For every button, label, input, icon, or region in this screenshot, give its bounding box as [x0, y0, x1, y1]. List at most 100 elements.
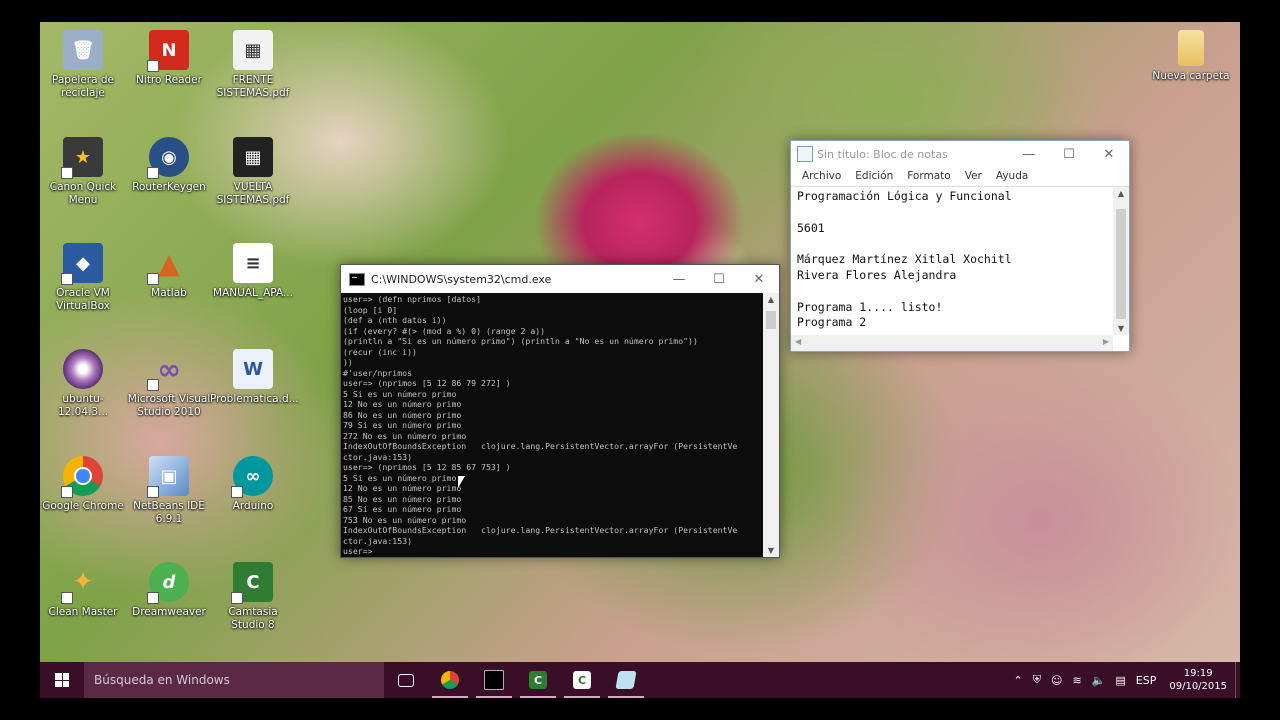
notepad-text[interactable]: Programación Lógica y Funcional 5601 Már…: [797, 189, 1109, 331]
menu-archivo[interactable]: Archivo: [795, 170, 848, 182]
desktop-icon-google-chrome[interactable]: Google Chrome: [40, 456, 126, 513]
taskbar-camtasia-recorder[interactable]: C: [516, 662, 560, 698]
notepad-title: Sin título: Bloc de notas: [817, 147, 948, 161]
start-button[interactable]: [40, 662, 84, 698]
menu-ver[interactable]: Ver: [958, 170, 989, 182]
desktop-icon-frente-sistemas[interactable]: ▦ FRENTE SISTEMAS.pdf: [210, 30, 296, 100]
scroll-down-icon[interactable]: ▼: [763, 546, 779, 555]
icon-label: VUELTA SISTEMAS.pdf: [216, 181, 290, 206]
minimize-button[interactable]: —: [1009, 141, 1049, 167]
show-desktop-button[interactable]: [1235, 662, 1240, 698]
console-line: )): [343, 357, 353, 367]
people-icon[interactable]: ☺: [1046, 674, 1067, 687]
desktop-icon-visual-studio[interactable]: ∞ Microsoft Visual Studio 2010: [126, 349, 212, 419]
cmd-window[interactable]: C:\WINDOWS\system32\cmd.exe — ☐ ✕ user=>…: [340, 264, 780, 558]
scroll-up-icon[interactable]: ▲: [1113, 189, 1129, 198]
desktop-icon-canon-quick-menu[interactable]: ★ Canon Quick Menu: [40, 137, 126, 207]
volume-icon[interactable]: 🔈: [1087, 674, 1111, 687]
desktop-icon-netbeans[interactable]: ▣ NetBeans IDE 6.9.1: [126, 456, 212, 526]
pdf-file-icon: ▦: [233, 137, 273, 177]
minimize-button[interactable]: —: [659, 266, 699, 292]
scroll-left-icon[interactable]: ◀: [795, 337, 801, 346]
scroll-thumb[interactable]: [766, 311, 776, 329]
desktop-icon-virtualbox[interactable]: ◆ Oracle VM VirtualBox: [40, 243, 126, 313]
console-output[interactable]: user=> (defn nprimos [datos] (loop [i 0](…: [341, 293, 763, 557]
desktop-icon-matlab[interactable]: ▲ Matlab: [126, 243, 212, 300]
vertical-scrollbar[interactable]: ▲ ▼: [763, 293, 779, 557]
icon-label: Canon Quick Menu: [49, 181, 117, 206]
console-line: 12 No es un número primo: [343, 483, 462, 493]
icon-label: Clean Master: [48, 606, 118, 618]
console-line: user=> (defn nprimos [datos]: [343, 294, 482, 304]
icon-label: Matlab: [151, 287, 187, 299]
horizontal-scrollbar[interactable]: ◀ ▶: [791, 335, 1113, 351]
scroll-down-icon[interactable]: ▼: [1113, 324, 1129, 333]
close-button[interactable]: ✕: [739, 266, 779, 292]
language-indicator[interactable]: ESP: [1131, 674, 1162, 687]
desktop-icon-camtasia[interactable]: C Camtasia Studio 8: [210, 562, 296, 632]
wifi-icon[interactable]: ≋: [1067, 674, 1086, 687]
desktop-icon-ubuntu[interactable]: ubuntu-12.04.3...: [40, 349, 126, 419]
close-button[interactable]: ✕: [1089, 141, 1129, 167]
desktop-icon-vuelta-sistemas[interactable]: ▦ VUELTA SISTEMAS.pdf: [210, 137, 296, 207]
pdf-file-icon: ▦: [233, 30, 273, 70]
icon-label: NetBeans IDE 6.9.1: [133, 500, 205, 525]
desktop-icon-nitro-reader[interactable]: N Nitro Reader: [126, 30, 212, 87]
desktop-icon-manual-apa[interactable]: ≡ MANUAL_APA...: [210, 243, 296, 300]
netbeans-icon: ▣: [147, 456, 189, 498]
nitro-reader-icon: N: [147, 30, 189, 72]
console-line: 5 Si es un número primo: [343, 472, 457, 483]
icon-label: Nitro Reader: [136, 74, 202, 86]
chrome-icon: [441, 671, 459, 689]
notepad-editor[interactable]: Programación Lógica y Funcional 5601 Már…: [791, 186, 1129, 351]
menu-edicion[interactable]: Edición: [848, 170, 900, 182]
taskbar-chrome[interactable]: [428, 662, 472, 698]
maximize-button[interactable]: ☐: [1049, 141, 1089, 167]
menu-formato[interactable]: Formato: [900, 170, 957, 182]
scroll-up-icon[interactable]: ▲: [763, 295, 779, 304]
console-line: IndexOutOfBoundsException clojure.lang.P…: [343, 525, 738, 535]
matlab-icon: ▲: [147, 243, 189, 285]
console-line: user=> (nprimos [5 12 85 67 753] ): [343, 462, 511, 472]
console-line: ctor.java:153): [343, 535, 413, 546]
icon-label: Oracle VM VirtualBox: [56, 287, 110, 312]
maximize-button[interactable]: ☐: [699, 266, 739, 292]
camtasia-icon: C: [529, 671, 547, 689]
console-line: 12 No es un número primo: [343, 399, 462, 409]
desktop-icon-routerkeygen[interactable]: ◉ RouterKeygen: [126, 137, 212, 194]
document-icon: ≡: [233, 243, 273, 283]
desktop-icon-nueva-carpeta[interactable]: Nueva carpeta: [1148, 30, 1234, 83]
taskbar-cmd[interactable]: [472, 662, 516, 698]
console-line: (println a "Si es un número primo") (pri…: [343, 336, 698, 346]
desktop-icon-clean-master[interactable]: ✦ Clean Master: [40, 562, 126, 619]
console-line: user=>: [343, 546, 373, 556]
console-icon: [484, 670, 504, 690]
notepad-window[interactable]: Sin título: Bloc de notas — ☐ ✕ Archivo …: [790, 140, 1130, 352]
scroll-right-icon[interactable]: ▶: [1103, 337, 1109, 346]
notifications-icon[interactable]: ▤: [1110, 674, 1130, 687]
search-box[interactable]: Búsqueda en Windows: [84, 662, 384, 698]
notepad-titlebar[interactable]: Sin título: Bloc de notas — ☐ ✕: [791, 141, 1129, 167]
menu-ayuda[interactable]: Ayuda: [989, 170, 1035, 182]
security-icon[interactable]: ⛨: [1028, 673, 1046, 687]
desktop-icon-arduino[interactable]: ∞ Arduino: [210, 456, 296, 513]
console-line: (if (every? #(> (mod a %) 0) (range 2 a)…: [343, 325, 546, 336]
scroll-thumb[interactable]: [1116, 209, 1126, 319]
console-line: 5 Si es un número primo: [343, 388, 457, 399]
console-line: IndexOutOfBoundsException clojure.lang.P…: [343, 441, 738, 451]
desktop-icon-dreamweaver[interactable]: d Dreamweaver: [126, 562, 212, 619]
cmd-titlebar[interactable]: C:\WINDOWS\system32\cmd.exe — ☐ ✕: [341, 265, 779, 293]
taskbar-notepad[interactable]: [604, 662, 648, 698]
desktop-icon-problematica[interactable]: W Problematica.d...: [210, 349, 299, 406]
chevron-up-icon[interactable]: ⌃: [1009, 674, 1028, 687]
console-line: 79 Si es un número primo: [343, 420, 462, 430]
clock[interactable]: 19:19 09/10/2015: [1161, 667, 1235, 693]
vertical-scrollbar[interactable]: ▲ ▼: [1113, 187, 1129, 335]
icon-label: ubuntu-12.04.3...: [57, 393, 109, 418]
task-view-button[interactable]: [384, 662, 428, 698]
icon-label: Papelera de reciclaje: [51, 74, 114, 99]
console-line: 272 No es un número primo: [343, 430, 467, 441]
icon-label: RouterKeygen: [132, 181, 206, 193]
desktop-icon-recycle-bin[interactable]: 🗑 Papelera de reciclaje: [40, 30, 126, 100]
taskbar-camtasia-studio[interactable]: C: [560, 662, 604, 698]
